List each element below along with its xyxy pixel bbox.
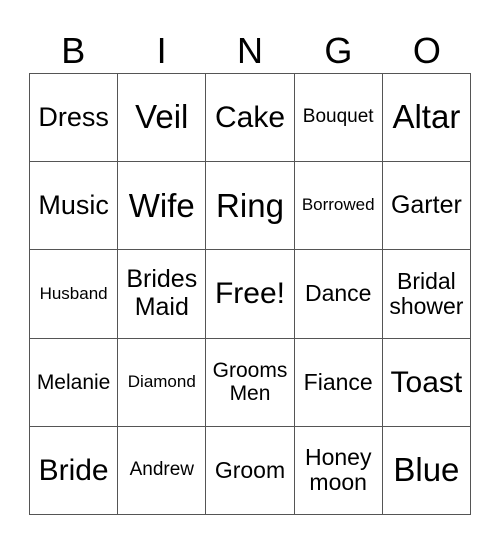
bingo-cell[interactable]: Bouquet	[294, 74, 383, 163]
bingo-board: Dress Veil Cake Bouquet Altar Music Wife…	[29, 73, 471, 515]
bingo-cell[interactable]: Garter	[382, 162, 471, 251]
free-space-cell[interactable]: Free!	[206, 250, 295, 339]
bingo-cell[interactable]: Honey moon	[294, 426, 383, 515]
bingo-cell[interactable]: Brides Maid	[118, 250, 207, 339]
header-letter-g: G	[324, 30, 353, 71]
bingo-cell[interactable]: Music	[30, 162, 119, 251]
bingo-cell[interactable]: Toast	[382, 338, 471, 427]
bingo-cell[interactable]: Bride	[30, 426, 119, 515]
bingo-cell[interactable]: Dance	[294, 250, 383, 339]
bingo-cell[interactable]: Dress	[30, 74, 119, 163]
header-letter-n: N	[237, 30, 264, 71]
bingo-cell[interactable]: Andrew	[118, 426, 207, 515]
bingo-cell[interactable]: Altar	[382, 74, 471, 163]
bingo-cell[interactable]: Diamond	[118, 338, 207, 427]
bingo-cell[interactable]: Wife	[118, 162, 207, 251]
bingo-cell[interactable]: Grooms Men	[206, 338, 295, 427]
bingo-header: B I N G O	[29, 28, 471, 73]
bingo-cell[interactable]: Fiance	[294, 338, 383, 427]
bingo-cell[interactable]: Borrowed	[294, 162, 383, 251]
bingo-cell[interactable]: Cake	[206, 74, 295, 163]
header-letter-i: I	[156, 30, 167, 71]
bingo-cell[interactable]: Bridal shower	[382, 250, 471, 339]
bingo-cell[interactable]: Blue	[382, 426, 471, 515]
bingo-cell[interactable]: Husband	[30, 250, 119, 339]
bingo-cell[interactable]: Ring	[206, 162, 295, 251]
bingo-cell[interactable]: Melanie	[30, 338, 119, 427]
header-letter-b: B	[61, 30, 86, 71]
header-letter-o: O	[412, 30, 441, 71]
bingo-cell[interactable]: Groom	[206, 426, 295, 515]
bingo-cell[interactable]: Veil	[118, 74, 207, 163]
